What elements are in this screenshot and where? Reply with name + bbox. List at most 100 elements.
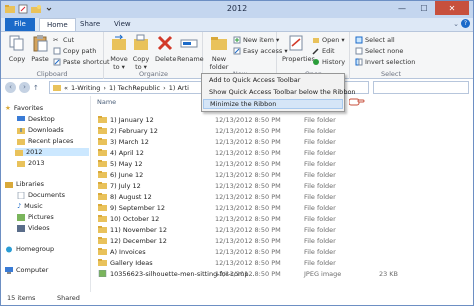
move-to-icon xyxy=(112,34,126,50)
computer-icon xyxy=(5,266,13,274)
ribbon-tabs: File Home Share View ⌄ ? xyxy=(1,18,473,32)
file-type: File folder xyxy=(304,248,336,256)
file-date: 12/13/2012 8:50 PM xyxy=(215,127,281,135)
copy-path-icon xyxy=(53,47,61,55)
star-icon: ★ xyxy=(5,104,11,112)
nav-computer[interactable]: Computer xyxy=(5,266,48,274)
file-type: File folder xyxy=(304,204,336,212)
properties-button[interactable]: Properties xyxy=(282,34,315,63)
back-button[interactable]: ‹ xyxy=(5,82,16,93)
nav-2012[interactable]: 2012 xyxy=(15,148,89,156)
title-bar: 2012 — ☐ ✕ xyxy=(1,1,473,18)
file-type: File folder xyxy=(304,215,336,223)
nav-pictures[interactable]: Pictures xyxy=(17,213,54,221)
nav-music[interactable]: ♪ Music xyxy=(17,202,43,210)
forward-button[interactable]: › xyxy=(19,82,30,93)
folder-icon xyxy=(98,248,107,255)
folder-icon xyxy=(98,226,107,233)
rename-button[interactable]: Rename xyxy=(177,34,204,63)
nav-libraries[interactable]: Libraries xyxy=(5,180,44,188)
file-type: File folder xyxy=(304,259,336,267)
tab-file[interactable]: File xyxy=(5,18,35,31)
nav-2013[interactable]: 2013 xyxy=(17,159,45,167)
menu-item-show-qat-below[interactable]: Show Quick Access Toolbar below the Ribb… xyxy=(209,88,356,96)
maximize-button[interactable]: ☐ xyxy=(413,1,435,15)
item-count: 15 items xyxy=(7,294,36,302)
file-type: File folder xyxy=(304,138,336,146)
table-row[interactable]: 4) April 12 12/13/2012 8:50 PM File folder xyxy=(98,148,463,158)
copy-to-button[interactable]: Copy to ▾ xyxy=(131,34,151,71)
table-row[interactable]: 8) August 12 12/13/2012 8:50 PM File folde… xyxy=(98,192,463,202)
history-button[interactable]: History xyxy=(312,58,345,66)
folder-icon xyxy=(17,160,25,167)
file-type: File folder xyxy=(304,182,336,190)
edit-button[interactable]: Edit xyxy=(312,47,335,55)
table-row[interactable]: 9) September 12 12/13/2012 8:50 PM File fo… xyxy=(98,203,463,213)
close-button[interactable]: ✕ xyxy=(435,1,469,15)
table-row[interactable]: 6) June 12 12/13/2012 8:50 PM File folder xyxy=(98,170,463,180)
new-item-icon xyxy=(233,36,241,44)
edit-icon xyxy=(312,48,319,55)
up-arrow-icon[interactable]: ↑ xyxy=(33,84,39,92)
nav-recent-places[interactable]: Recent places xyxy=(17,137,73,145)
table-row[interactable]: 5) May 12 12/13/2012 8:50 PM File folder xyxy=(98,159,463,169)
table-row[interactable]: 10) October 12 12/13/2012 8:50 PM File fol… xyxy=(98,214,463,224)
organize-group: Move to ▾ Copy to ▾ Delete Rename Organi… xyxy=(105,32,204,79)
file-date: 12/13/2012 8:50 PM xyxy=(215,160,281,168)
table-row[interactable]: 2) February 12 12/13/2012 8:50 PM File fol… xyxy=(98,126,463,136)
table-row[interactable]: 10356623-silhouette-men-sitting-for-comp… xyxy=(98,269,463,279)
nav-videos[interactable]: Videos xyxy=(17,224,50,232)
breadcrumb-techrepublic[interactable]: 1) TechRepublic xyxy=(109,84,160,92)
folder-icon xyxy=(98,193,107,200)
music-icon: ♪ xyxy=(17,202,22,210)
nav-desktop[interactable]: Desktop xyxy=(17,115,55,123)
table-row[interactable]: Gallery Ideas 12/13/2012 8:50 PM File fold… xyxy=(98,258,463,268)
table-row[interactable]: 3) March 12 12/13/2012 8:50 PM File folder xyxy=(98,137,463,147)
select-none-button[interactable]: Select none xyxy=(355,47,403,55)
nav-homegroup[interactable]: Homegroup xyxy=(5,245,54,253)
chevron-down-icon[interactable]: ⌄ xyxy=(453,20,459,28)
menu-item-minimize-ribbon[interactable]: Minimize the Ribbon xyxy=(203,99,343,109)
menu-item-add-to-qat[interactable]: Add to Quick Access Toolbar xyxy=(209,76,300,84)
breadcrumb-arti[interactable]: 1) Arti xyxy=(169,84,189,92)
select-all-button[interactable]: Select all xyxy=(355,36,395,44)
tab-share[interactable]: Share xyxy=(73,18,107,31)
file-name: 7) July 12 xyxy=(110,182,141,190)
nav-documents[interactable]: Documents xyxy=(17,191,65,199)
table-row[interactable]: 11) November 12 12/13/2012 8:50 PM File fo… xyxy=(98,225,463,235)
paste-shortcut-button[interactable]: Paste shortcut xyxy=(53,58,110,66)
nav-downloads[interactable]: Downloads xyxy=(17,126,64,134)
file-date: 12/13/2012 8:50 PM xyxy=(215,138,281,146)
table-row[interactable]: 12) December 12 12/13/2012 8:50 PM File fo… xyxy=(98,236,463,246)
table-row[interactable]: A) Invoices 12/13/2012 8:50 PM File folder xyxy=(98,247,463,257)
new-item-button[interactable]: New item ▾ xyxy=(233,36,279,44)
new-folder-button[interactable]: New folder xyxy=(208,34,230,71)
file-type: File folder xyxy=(304,149,336,157)
search-input[interactable] xyxy=(373,81,469,94)
new-group: New folder New item ▾ Easy access ▾ New xyxy=(204,32,288,79)
tab-home[interactable]: Home xyxy=(39,18,76,32)
help-icon[interactable]: ? xyxy=(461,19,470,28)
table-row[interactable]: 7) July 12 12/13/2012 8:50 PM File folder xyxy=(98,181,463,191)
desktop-icon xyxy=(17,115,25,121)
file-date: 12/13/2012 8:50 PM xyxy=(215,215,281,223)
copy-button[interactable]: Copy xyxy=(7,34,27,63)
cut-button[interactable]: ✂ Cut xyxy=(53,36,74,44)
paste-button[interactable]: Paste xyxy=(29,34,51,63)
file-name: 5) May 12 xyxy=(110,160,143,168)
nav-favorites[interactable]: ★ Favorites xyxy=(5,104,43,112)
delete-button[interactable]: Delete xyxy=(155,34,176,63)
minimize-button[interactable]: — xyxy=(391,1,413,15)
column-header-name[interactable]: Name xyxy=(97,98,116,106)
invert-selection-button[interactable]: Invert selection xyxy=(355,58,415,66)
open-button[interactable]: Open ▾ xyxy=(312,36,345,44)
table-row[interactable]: 1) January 12 12/13/2012 8:50 PM File fold… xyxy=(98,115,463,125)
move-to-button[interactable]: Move to ▾ xyxy=(109,34,129,71)
breadcrumb-writing[interactable]: 1-Writing xyxy=(71,84,100,92)
window-controls: — ☐ ✕ xyxy=(391,1,469,15)
file-type: File folder xyxy=(304,237,336,245)
tab-view[interactable]: View xyxy=(107,18,138,31)
copy-path-button[interactable]: Copy path xyxy=(53,47,96,55)
recent-places-icon xyxy=(17,138,25,145)
history-icon xyxy=(313,59,319,65)
